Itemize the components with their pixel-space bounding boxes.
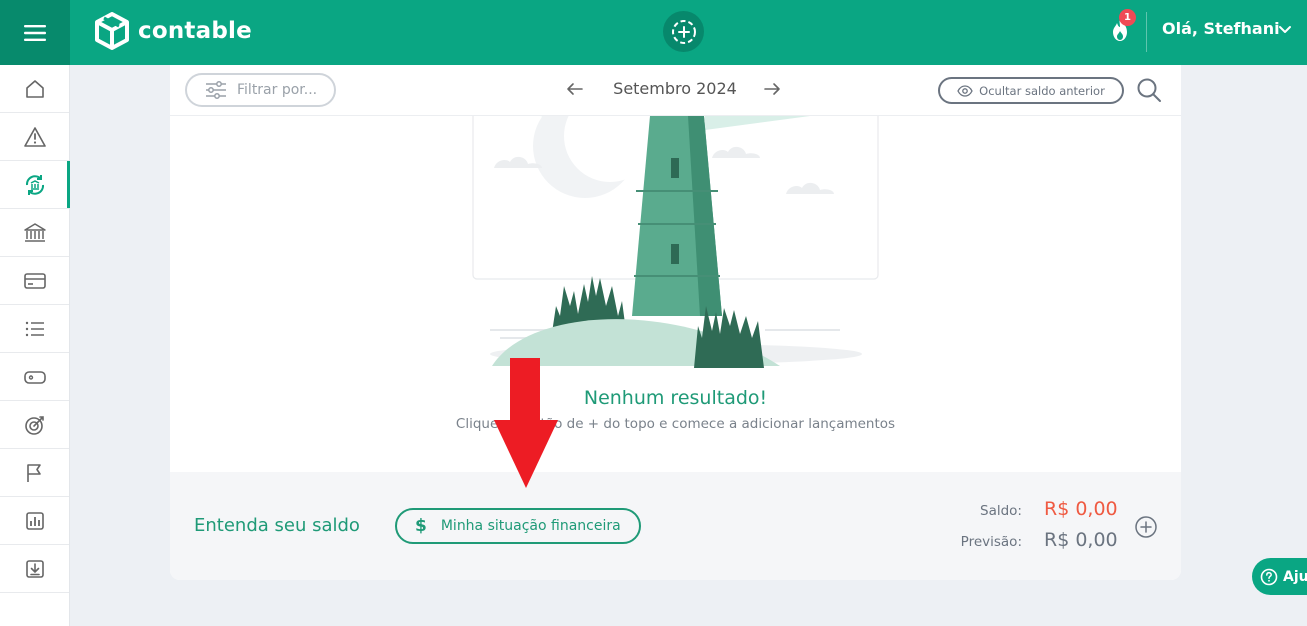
sidebar-item-transactions[interactable] [0,161,70,209]
sidebar-item-alerts[interactable] [0,113,69,161]
financial-situation-label: Minha situação financeira [440,518,621,534]
empty-state-subtitle: Clique no botão de + do topo e comece a … [455,416,896,432]
eye-icon [957,84,973,97]
sidebar-item-flags[interactable] [0,449,69,497]
filter-button[interactable]: Filtrar por... [185,73,336,107]
balance-footer: Entenda seu saldo $ Minha situação finan… [170,472,1181,580]
expand-plus-icon[interactable] [1134,515,1158,539]
warning-icon [23,126,46,147]
header-divider [1146,12,1147,52]
balance-value: R$ 0,00 [1044,498,1118,520]
sidebar-item-cards[interactable] [0,257,69,305]
sidebar-item-goals[interactable] [0,401,69,449]
month-label: Setembro 2024 [613,79,737,98]
report-icon [25,511,44,530]
understand-balance-heading: Entenda seu saldo [194,515,360,536]
search-icon[interactable] [1136,77,1162,103]
help-label: Aju [1283,568,1307,585]
credit-card-icon [23,272,46,289]
notification-badge: 1 [1119,9,1136,26]
add-transaction-button[interactable] [663,11,704,52]
help-button[interactable]: Aju [1252,558,1307,595]
next-month-icon[interactable] [763,80,781,98]
sidebar-item-tags[interactable] [0,353,69,401]
sidebar-item-reports[interactable] [0,497,69,545]
sidebar-item-home[interactable] [0,65,69,113]
bank-icon [23,222,46,242]
empty-state-title: Nenhum resultado! [583,387,768,409]
plus-circle-icon [671,19,696,44]
sidebar-item-export[interactable] [0,545,69,593]
download-icon [25,559,44,578]
hide-previous-balance-button[interactable]: Ocultar saldo anterior [938,77,1124,104]
filter-label: Filtrar por... [237,82,318,98]
list-icon [25,321,44,336]
card-toolbar: Filtrar por... Setembro 2024 Ocultar sal… [170,65,1181,116]
hamburger-icon [24,24,46,41]
transactions-card: Filtrar por... Setembro 2024 Ocultar sal… [170,65,1181,580]
lighthouse-illustration [472,116,879,368]
target-icon [24,415,44,435]
transactions-icon [25,174,44,195]
forecast-value: R$ 0,00 [1044,529,1118,551]
hamburger-menu-button[interactable] [0,0,70,65]
brand-name: contable [138,18,252,44]
sidebar [0,65,70,626]
red-annotation-arrow-icon [494,358,558,488]
question-circle-icon [1260,568,1278,585]
sliders-icon [206,81,226,99]
top-bar: contable 1 Olá, Stefhani [0,0,1307,65]
dollar-icon: $ [415,516,427,536]
brand-logo[interactable]: contable [94,12,252,50]
sidebar-item-list[interactable] [0,305,69,353]
tag-icon [23,370,46,384]
hide-balance-label: Ocultar saldo anterior [979,83,1105,98]
forecast-label: Previsão: [960,534,1022,550]
balance-label: Saldo: [980,503,1022,519]
financial-situation-button[interactable]: $ Minha situação financeira [395,508,641,544]
flag-icon [26,463,41,482]
home-icon [25,79,44,98]
cube-logo-icon [95,12,129,50]
sidebar-item-banks[interactable] [0,209,69,257]
chevron-down-icon[interactable] [1278,20,1292,40]
user-greeting[interactable]: Olá, Stefhani [1162,19,1280,38]
